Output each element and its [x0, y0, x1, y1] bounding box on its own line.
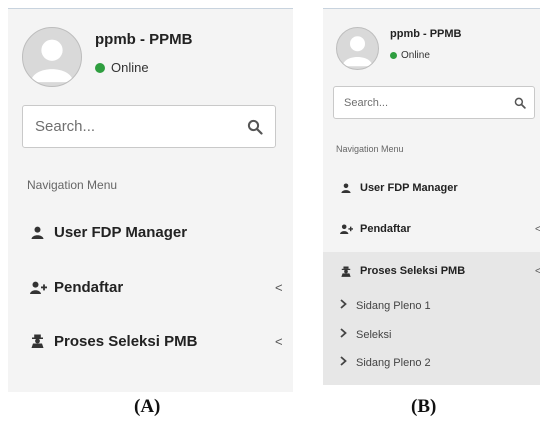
online-status: Online: [95, 60, 149, 75]
sub-item-sidang-pleno-2[interactable]: Sidang Pleno 2: [340, 356, 431, 369]
caption-b: (B): [411, 396, 437, 417]
nav-item-label: Proses Seleksi PMB: [54, 332, 198, 350]
search-box: [333, 86, 535, 119]
user-plus-icon: [340, 224, 353, 234]
user-secret-icon: [340, 266, 351, 277]
nav-item-user-fdp-manager[interactable]: User FDP Manager: [30, 221, 285, 243]
search-button[interactable]: [514, 97, 526, 109]
user-secret-icon: [30, 334, 44, 348]
nav-item-proses-seleksi-pmb[interactable]: Proses Seleksi PMB <: [340, 263, 540, 279]
online-dot-icon: [390, 52, 397, 59]
user-silhouette-icon: [342, 36, 373, 67]
chevron-left-icon: <: [535, 224, 540, 235]
chevron-left-icon: <: [275, 333, 283, 349]
online-dot-icon: [95, 62, 105, 73]
sidebar-panel-b: ppmb - PPMB Online Navigation Menu User …: [323, 8, 540, 385]
user-silhouette-icon: [30, 39, 74, 83]
chevron-down-icon: <: [535, 266, 540, 277]
user-plus-icon: [30, 281, 47, 294]
search-box: [22, 105, 276, 148]
nav-header: Navigation Menu: [27, 178, 118, 192]
nav-item-user-fdp-manager[interactable]: User FDP Manager: [340, 180, 540, 196]
nav-item-proses-seleksi-pmb[interactable]: Proses Seleksi PMB <: [30, 330, 285, 352]
avatar: [22, 27, 82, 87]
search-icon: [247, 119, 263, 135]
chevron-left-icon: <: [275, 279, 283, 295]
sub-item-label: Seleksi: [356, 328, 392, 341]
nav-item-label: User FDP Manager: [54, 223, 188, 241]
sidebar-panel-a: ppmb - PPMB Online Navigation Menu User …: [8, 8, 293, 392]
avatar: [336, 27, 379, 70]
chevron-right-icon: [340, 328, 347, 341]
nav-item-label: Pendaftar: [360, 223, 411, 235]
user-name: ppmb - PPMB: [390, 28, 462, 40]
search-button[interactable]: [247, 119, 263, 135]
search-input[interactable]: [344, 96, 490, 109]
status-label: Online: [111, 60, 149, 75]
user-name: ppmb - PPMB: [95, 31, 193, 48]
sub-item-label: Sidang Pleno 1: [356, 299, 431, 312]
status-label: Online: [401, 50, 430, 61]
online-status: Online: [390, 50, 430, 61]
nav-item-label: User FDP Manager: [360, 182, 458, 194]
caption-a: (A): [134, 396, 161, 417]
sub-item-sidang-pleno-1[interactable]: Sidang Pleno 1: [340, 299, 431, 312]
nav-item-pendaftar[interactable]: Pendaftar <: [30, 276, 285, 298]
nav-item-label: Proses Seleksi PMB: [360, 265, 466, 277]
user-icon: [340, 183, 351, 193]
nav-item-pendaftar[interactable]: Pendaftar <: [340, 221, 540, 237]
search-icon: [514, 97, 526, 109]
sub-item-seleksi[interactable]: Seleksi: [340, 328, 391, 341]
chevron-right-icon: [340, 356, 347, 369]
sub-item-label: Sidang Pleno 2: [356, 356, 431, 369]
nav-item-label: Pendaftar: [54, 278, 124, 296]
chevron-right-icon: [340, 299, 347, 312]
nav-header: Navigation Menu: [336, 144, 404, 154]
search-input[interactable]: [35, 118, 218, 135]
user-icon: [30, 226, 44, 239]
